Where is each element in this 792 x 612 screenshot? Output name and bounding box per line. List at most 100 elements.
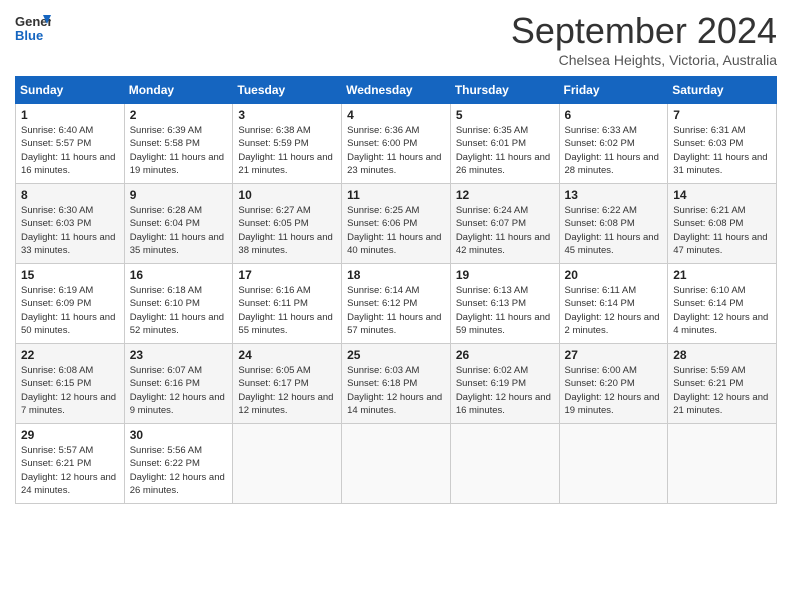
col-header-tuesday: Tuesday [233, 77, 342, 104]
day-number: 13 [565, 188, 663, 202]
day-info: Sunrise: 5:59 AMSunset: 6:21 PMDaylight:… [673, 364, 771, 417]
calendar-week-row: 1 Sunrise: 6:40 AMSunset: 5:57 PMDaylight… [16, 104, 777, 184]
day-info: Sunrise: 6:36 AMSunset: 6:00 PMDaylight:… [347, 124, 445, 177]
calendar-cell: 20 Sunrise: 6:11 AMSunset: 6:14 PMDayligh… [559, 264, 668, 344]
calendar-cell: 1 Sunrise: 6:40 AMSunset: 5:57 PMDaylight… [16, 104, 125, 184]
calendar-cell: 28 Sunrise: 5:59 AMSunset: 6:21 PMDayligh… [668, 344, 777, 424]
day-info: Sunrise: 6:40 AMSunset: 5:57 PMDaylight:… [21, 124, 119, 177]
calendar-cell [233, 424, 342, 504]
calendar-cell: 24 Sunrise: 6:05 AMSunset: 6:17 PMDayligh… [233, 344, 342, 424]
calendar-cell: 6 Sunrise: 6:33 AMSunset: 6:02 PMDaylight… [559, 104, 668, 184]
day-number: 3 [238, 108, 336, 122]
svg-text:Blue: Blue [15, 28, 43, 43]
calendar-cell [668, 424, 777, 504]
title-section: September 2024 Chelsea Heights, Victoria… [511, 10, 777, 68]
calendar-cell: 29 Sunrise: 5:57 AMSunset: 6:21 PMDayligh… [16, 424, 125, 504]
day-number: 25 [347, 348, 445, 362]
day-number: 16 [130, 268, 228, 282]
location-subtitle: Chelsea Heights, Victoria, Australia [511, 52, 777, 68]
day-info: Sunrise: 6:05 AMSunset: 6:17 PMDaylight:… [238, 364, 336, 417]
calendar-week-row: 29 Sunrise: 5:57 AMSunset: 6:21 PMDayligh… [16, 424, 777, 504]
day-number: 11 [347, 188, 445, 202]
calendar-cell: 14 Sunrise: 6:21 AMSunset: 6:08 PMDayligh… [668, 184, 777, 264]
calendar-cell: 11 Sunrise: 6:25 AMSunset: 6:06 PMDayligh… [342, 184, 451, 264]
col-header-sunday: Sunday [16, 77, 125, 104]
calendar-cell: 13 Sunrise: 6:22 AMSunset: 6:08 PMDayligh… [559, 184, 668, 264]
day-info: Sunrise: 6:03 AMSunset: 6:18 PMDaylight:… [347, 364, 445, 417]
day-info: Sunrise: 6:02 AMSunset: 6:19 PMDaylight:… [456, 364, 554, 417]
col-header-monday: Monday [124, 77, 233, 104]
day-number: 20 [565, 268, 663, 282]
day-number: 8 [21, 188, 119, 202]
day-info: Sunrise: 6:38 AMSunset: 5:59 PMDaylight:… [238, 124, 336, 177]
day-info: Sunrise: 6:08 AMSunset: 6:15 PMDaylight:… [21, 364, 119, 417]
day-info: Sunrise: 6:22 AMSunset: 6:08 PMDaylight:… [565, 204, 663, 257]
calendar-cell: 4 Sunrise: 6:36 AMSunset: 6:00 PMDaylight… [342, 104, 451, 184]
day-number: 1 [21, 108, 119, 122]
day-info: Sunrise: 6:25 AMSunset: 6:06 PMDaylight:… [347, 204, 445, 257]
calendar-cell [342, 424, 451, 504]
col-header-wednesday: Wednesday [342, 77, 451, 104]
day-info: Sunrise: 5:57 AMSunset: 6:21 PMDaylight:… [21, 444, 119, 497]
day-info: Sunrise: 6:28 AMSunset: 6:04 PMDaylight:… [130, 204, 228, 257]
day-number: 19 [456, 268, 554, 282]
page-header: General Blue September 2024 Chelsea Heig… [15, 10, 777, 68]
col-header-friday: Friday [559, 77, 668, 104]
day-number: 23 [130, 348, 228, 362]
calendar-cell: 22Sunrise: 6:08 AMSunset: 6:15 PMDayligh… [16, 344, 125, 424]
col-header-thursday: Thursday [450, 77, 559, 104]
day-number: 7 [673, 108, 771, 122]
day-info: Sunrise: 6:33 AMSunset: 6:02 PMDaylight:… [565, 124, 663, 177]
col-header-saturday: Saturday [668, 77, 777, 104]
day-number: 5 [456, 108, 554, 122]
calendar-cell [450, 424, 559, 504]
day-number: 12 [456, 188, 554, 202]
calendar-cell: 26 Sunrise: 6:02 AMSunset: 6:19 PMDayligh… [450, 344, 559, 424]
calendar-cell: 7Sunrise: 6:31 AMSunset: 6:03 PMDaylight… [668, 104, 777, 184]
day-number: 27 [565, 348, 663, 362]
calendar-cell [559, 424, 668, 504]
logo: General Blue [15, 10, 53, 46]
day-info: Sunrise: 5:56 AMSunset: 6:22 PMDaylight:… [130, 444, 228, 497]
calendar-cell: 10Sunrise: 6:27 AMSunset: 6:05 PMDayligh… [233, 184, 342, 264]
day-info: Sunrise: 6:30 AMSunset: 6:03 PMDaylight:… [21, 204, 119, 257]
calendar-week-row: 15 Sunrise: 6:19 AMSunset: 6:09 PMDayligh… [16, 264, 777, 344]
day-info: Sunrise: 6:18 AMSunset: 6:10 PMDaylight:… [130, 284, 228, 337]
day-number: 29 [21, 428, 119, 442]
calendar-cell: 27 Sunrise: 6:00 AMSunset: 6:20 PMDayligh… [559, 344, 668, 424]
day-info: Sunrise: 6:24 AMSunset: 6:07 PMDaylight:… [456, 204, 554, 257]
calendar-table: SundayMondayTuesdayWednesdayThursdayFrid… [15, 76, 777, 504]
day-number: 28 [673, 348, 771, 362]
calendar-cell: 25 Sunrise: 6:03 AMSunset: 6:18 PMDayligh… [342, 344, 451, 424]
day-number: 26 [456, 348, 554, 362]
day-info: Sunrise: 6:19 AMSunset: 6:09 PMDaylight:… [21, 284, 119, 337]
day-number: 15 [21, 268, 119, 282]
calendar-cell: 2Sunrise: 6:39 AMSunset: 5:58 PMDaylight… [124, 104, 233, 184]
calendar-cell: 3 Sunrise: 6:38 AMSunset: 5:59 PMDaylight… [233, 104, 342, 184]
calendar-cell: 16 Sunrise: 6:18 AMSunset: 6:10 PMDayligh… [124, 264, 233, 344]
day-number: 21 [673, 268, 771, 282]
day-number: 14 [673, 188, 771, 202]
day-number: 4 [347, 108, 445, 122]
logo-icon: General Blue [15, 10, 51, 46]
calendar-cell: 9 Sunrise: 6:28 AMSunset: 6:04 PMDaylight… [124, 184, 233, 264]
calendar-cell: 19Sunrise: 6:13 AMSunset: 6:13 PMDayligh… [450, 264, 559, 344]
day-info: Sunrise: 6:16 AMSunset: 6:11 PMDaylight:… [238, 284, 336, 337]
day-info: Sunrise: 6:21 AMSunset: 6:08 PMDaylight:… [673, 204, 771, 257]
day-number: 30 [130, 428, 228, 442]
day-number: 9 [130, 188, 228, 202]
day-number: 24 [238, 348, 336, 362]
day-info: Sunrise: 6:10 AMSunset: 6:14 PMDaylight:… [673, 284, 771, 337]
day-number: 6 [565, 108, 663, 122]
day-number: 18 [347, 268, 445, 282]
day-info: Sunrise: 6:35 AMSunset: 6:01 PMDaylight:… [456, 124, 554, 177]
calendar-cell: 12 Sunrise: 6:24 AMSunset: 6:07 PMDayligh… [450, 184, 559, 264]
calendar-cell: 30 Sunrise: 5:56 AMSunset: 6:22 PMDayligh… [124, 424, 233, 504]
day-info: Sunrise: 6:11 AMSunset: 6:14 PMDaylight:… [565, 284, 663, 337]
calendar-cell: 5 Sunrise: 6:35 AMSunset: 6:01 PMDaylight… [450, 104, 559, 184]
day-info: Sunrise: 6:00 AMSunset: 6:20 PMDaylight:… [565, 364, 663, 417]
calendar-cell: 15 Sunrise: 6:19 AMSunset: 6:09 PMDayligh… [16, 264, 125, 344]
calendar-cell: 8 Sunrise: 6:30 AMSunset: 6:03 PMDaylight… [16, 184, 125, 264]
day-number: 17 [238, 268, 336, 282]
day-info: Sunrise: 6:39 AMSunset: 5:58 PMDaylight:… [130, 124, 228, 177]
